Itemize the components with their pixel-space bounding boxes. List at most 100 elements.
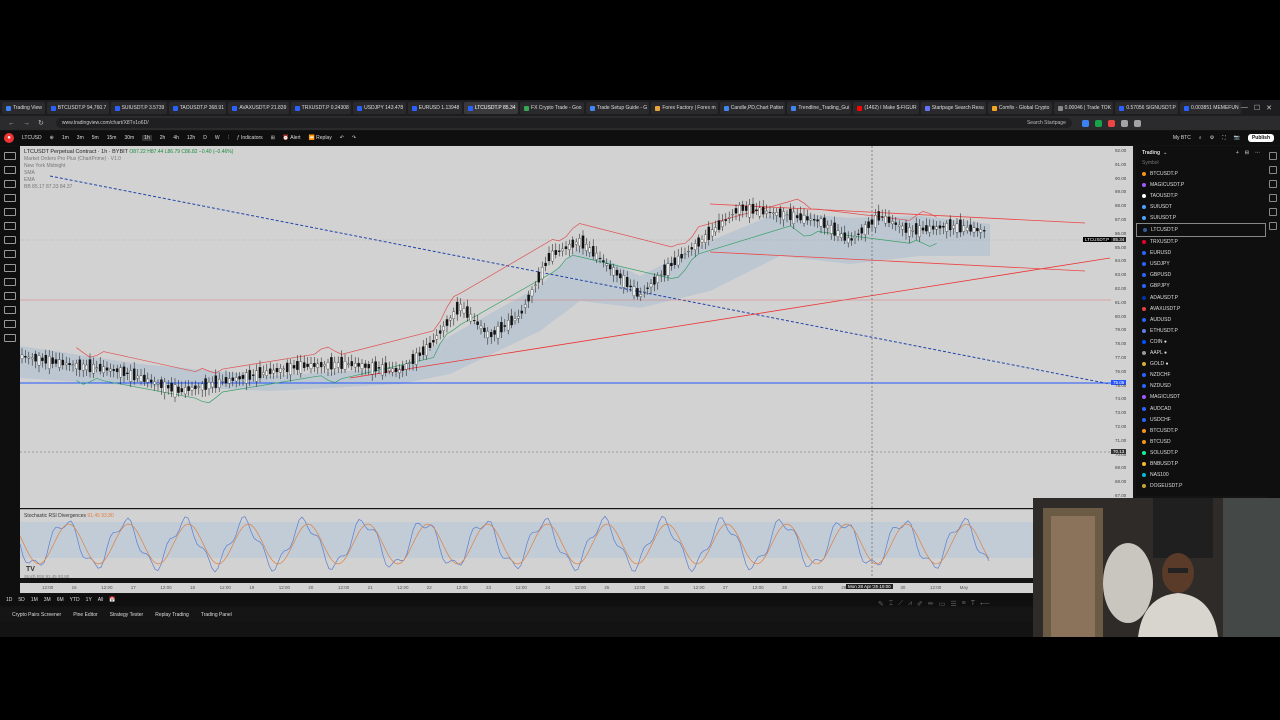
watchlist-item[interactable]: LTCUSDT.P <box>1136 223 1266 237</box>
range-1y[interactable]: 1Y <box>86 597 92 603</box>
browser-tab[interactable]: AVAXUSDT.P 21.839 <box>228 102 289 114</box>
fullscreen-icon[interactable]: ⛶ <box>1222 135 1226 141</box>
interval-15m[interactable]: 15m <box>107 135 117 141</box>
icon-tool-icon[interactable] <box>4 250 16 258</box>
session-label[interactable]: New York Midnight <box>24 163 233 170</box>
watchlist-item[interactable]: MAGICUSDT <box>1136 392 1266 403</box>
layout-name[interactable]: My BTC <box>1173 135 1191 141</box>
watchlist-item[interactable]: USDCHF <box>1136 414 1266 425</box>
range-6m[interactable]: 6M <box>57 597 64 603</box>
trash-tool-icon[interactable] <box>4 334 16 342</box>
pattern-icon[interactable]: ⩘ <box>908 600 912 608</box>
pencil-icon[interactable]: ✏ <box>928 600 934 608</box>
undo-icon[interactable]: ↶ <box>340 135 344 141</box>
magnet-tool-icon[interactable] <box>4 292 16 300</box>
browser-tab[interactable]: Startpage Search Resu <box>920 102 986 114</box>
browser-tab[interactable]: Comfix - Global Crypto <box>987 102 1052 114</box>
interval-4h[interactable]: 4h <box>173 135 179 141</box>
browser-tab[interactable]: (1462) I Make $-FIGUR <box>853 102 919 114</box>
text-icon[interactable]: T <box>971 600 975 608</box>
time-axis[interactable]: Mon 28 Apr '25 10:00 12:00 16 12:00 17 12:00… <box>20 583 1033 593</box>
fib-icon[interactable]: ☰ <box>950 600 956 608</box>
panel-tab[interactable]: Replay Trading <box>155 612 189 618</box>
redo-icon[interactable]: ↷ <box>352 135 356 141</box>
watchlist-item[interactable]: AUDCAD <box>1136 403 1266 414</box>
browser-tab[interactable]: Trading View <box>2 102 45 114</box>
price-chart[interactable]: LTCUSDT Perpetual Contract · 1h · BYBIT … <box>20 146 1111 508</box>
browser-tab[interactable]: 0.003851 MEMEFUN <box>1180 102 1241 114</box>
browser-tab[interactable]: EURUSD 1.13948 <box>407 102 462 114</box>
profile-avatar[interactable]: ● <box>4 133 14 143</box>
replay-button[interactable]: ⏪ Replay <box>309 135 332 141</box>
stoch-rsi-pane[interactable]: Stochastic RSI Divergences 91.45 93.80 T… <box>19 509 1033 578</box>
watchlist-item[interactable]: BTCUSD <box>1136 436 1266 447</box>
interval-D[interactable]: D <box>203 135 207 141</box>
watchlist-item[interactable]: AUDUSD <box>1136 314 1266 325</box>
panel-tab[interactable]: Trading Panel <box>201 612 232 618</box>
zoom-tool-icon[interactable] <box>4 278 16 286</box>
range-5d[interactable]: 5D <box>18 597 24 603</box>
brush-tool-icon[interactable] <box>4 222 16 230</box>
oscillator-name[interactable]: Stochastic RSI Divergences <box>24 513 86 519</box>
extension-icon[interactable] <box>1107 119 1115 127</box>
layout-icon[interactable]: ⊟ <box>1245 150 1249 156</box>
back-icon[interactable]: ← <box>8 120 15 127</box>
watchlist-item[interactable]: ETHUSDT.P <box>1136 325 1266 336</box>
lock-tool-icon[interactable] <box>4 306 16 314</box>
pen-icon[interactable]: ✎ <box>878 600 884 608</box>
watchlist-icon[interactable] <box>1269 152 1277 160</box>
indicator-label[interactable]: Market Orders Pro Plus (ChartPrime) · V1… <box>24 156 233 163</box>
interval-12h[interactable]: 12h <box>187 135 195 141</box>
minimize-icon[interactable]: — <box>1241 104 1248 112</box>
wave-icon[interactable]: ⟋ <box>898 600 903 608</box>
chevron-down-icon[interactable]: ⌄ <box>1163 150 1167 156</box>
interval-W[interactable]: W <box>215 135 220 141</box>
extension-icon[interactable] <box>1094 119 1102 127</box>
browser-tab[interactable]: FX Crypto Trade - Goo <box>520 102 584 114</box>
extension-icon[interactable] <box>1081 119 1089 127</box>
watchlist-item[interactable]: GOLD ● <box>1136 359 1266 370</box>
hotlist-icon[interactable] <box>1269 194 1277 202</box>
cursor-tool-icon[interactable] <box>4 152 16 160</box>
range-all[interactable]: All <box>98 597 104 603</box>
indicators-button[interactable]: ƒ Indicators <box>237 135 263 141</box>
calendar-icon[interactable]: 📅 <box>109 597 115 603</box>
browser-tab[interactable]: SUIUSDT.P 3.5739 <box>110 102 167 114</box>
publish-button[interactable]: Publish <box>1247 134 1274 142</box>
watchlist-item[interactable]: BTCUSDT.P <box>1136 168 1266 179</box>
watchlist-item[interactable]: MAGICUSDT.P <box>1136 179 1266 190</box>
watchlist-item[interactable]: SUIUSDT <box>1136 201 1266 212</box>
extension-icon[interactable] <box>1120 119 1128 127</box>
watchlist-item[interactable]: SUIUSDT.P <box>1136 212 1266 223</box>
price-axis[interactable]: LTCUSDT.P 85.34 75.05 70.13 92.00 91.00 90… <box>1083 146 1133 508</box>
dashed-trendline[interactable] <box>49 175 1111 385</box>
watchlist-item[interactable]: COIN ● <box>1136 336 1266 347</box>
reload-icon[interactable]: ↻ <box>38 119 44 127</box>
watchlist-item[interactable]: NZDUSD <box>1136 381 1266 392</box>
range-1d[interactable]: 1D <box>6 597 12 603</box>
browser-tab[interactable]: Trendline_Trading_Gui <box>787 102 852 114</box>
watchlist-item[interactable]: SOLUSDT.P <box>1136 447 1266 458</box>
snapshot-icon[interactable]: 📷 <box>1234 135 1240 141</box>
close-icon[interactable]: ✕ <box>1266 104 1272 112</box>
watchlist-item[interactable]: NAS100 <box>1136 470 1266 481</box>
watchlist-item[interactable]: EURUSD <box>1136 248 1266 259</box>
maximize-icon[interactable]: ☐ <box>1254 104 1260 112</box>
watchlist-item[interactable]: DOGEUSDT.P <box>1136 481 1266 492</box>
measure-tool-icon[interactable] <box>4 264 16 272</box>
browser-tab[interactable]: BTCUSDT.P 94,760.7 <box>46 102 109 114</box>
panel-tab[interactable]: Strategy Tester <box>110 612 144 618</box>
interval-1m[interactable]: 1m <box>62 135 69 141</box>
range-ytd[interactable]: YTD <box>70 597 80 603</box>
panel-tab[interactable]: Pine Editor <box>73 612 97 618</box>
add-icon[interactable]: + <box>1236 150 1239 156</box>
chart-title[interactable]: LTCUSDT Perpetual Contract · 1h · BYBIT <box>24 149 128 155</box>
browser-tab[interactable]: Forex Factory | Forex m <box>651 102 718 114</box>
interval-5m[interactable]: 5m <box>92 135 99 141</box>
menu-icon[interactable] <box>1133 119 1141 127</box>
fib-tool-icon[interactable] <box>4 180 16 188</box>
watchlist-item[interactable]: BNBUSDT.P <box>1136 458 1266 469</box>
ideas-icon[interactable] <box>1269 222 1277 230</box>
brush-icon[interactable]: ✐ <box>917 600 923 608</box>
browser-tab[interactable]: 0.57056 SIGNUSDT.P <box>1115 102 1179 114</box>
